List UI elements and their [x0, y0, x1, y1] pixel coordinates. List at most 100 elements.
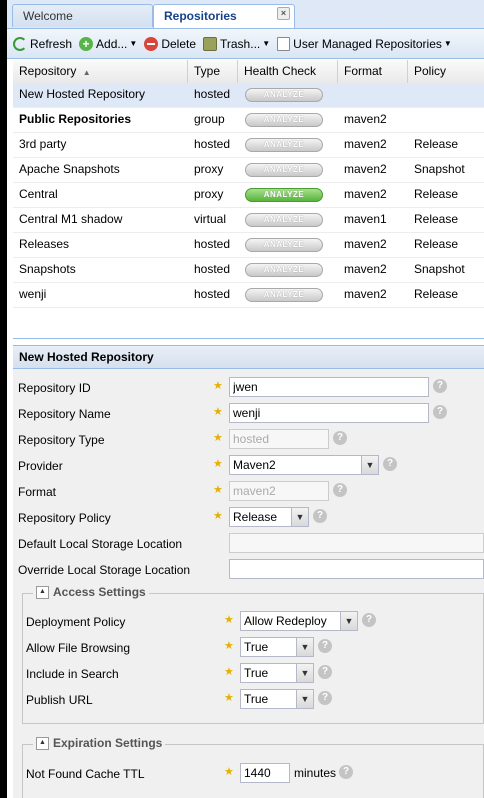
deployment-policy-row: Deployment Policy ★ Allow Redeploy ▼ ? [23, 611, 484, 635]
tab-repositories-label: Repositories [164, 9, 237, 23]
repository-name-input[interactable] [229, 403, 429, 423]
repository-policy-label: Repository Policy [18, 511, 111, 525]
file-browsing-select[interactable]: True ▼ [240, 637, 314, 657]
table-row[interactable]: Releases hosted ANALYZE maven2 Release [13, 233, 484, 258]
help-icon[interactable]: ? [333, 431, 347, 445]
user-managed-repositories-button[interactable]: User Managed Repositories ▼ [277, 36, 452, 51]
table-row[interactable]: Snapshots hosted ANALYZE maven2 Snapshot [13, 258, 484, 283]
analyze-button[interactable]: ANALYZE [245, 238, 323, 252]
repository-id-row: Repository ID ★ ? [13, 377, 484, 401]
deployment-policy-select[interactable]: Allow Redeploy ▼ [240, 611, 358, 631]
refresh-label: Refresh [30, 36, 73, 51]
delete-label: Delete [161, 36, 196, 51]
include-in-search-label: Include in Search [26, 667, 119, 681]
analyze-button[interactable]: ANALYZE [245, 263, 323, 277]
help-icon[interactable]: ? [383, 457, 397, 471]
cell-repository: wenji [19, 287, 47, 301]
analyze-button[interactable]: ANALYZE [245, 188, 323, 202]
delete-icon [144, 36, 159, 51]
table-row[interactable]: 3rd party hosted ANALYZE maven2 Release [13, 133, 484, 158]
help-icon[interactable]: ? [333, 483, 347, 497]
cell-policy: Release [414, 287, 459, 301]
help-icon[interactable]: ? [433, 379, 447, 393]
cell-repository: Apache Snapshots [19, 162, 120, 176]
cell-repository: Central [19, 187, 58, 201]
table-row[interactable]: Apache Snapshots proxy ANALYZE maven2 Sn… [13, 158, 484, 183]
publish-url-select[interactable]: True ▼ [240, 689, 314, 709]
chevron-down-icon[interactable]: ▼ [296, 690, 313, 708]
override-storage-input[interactable] [229, 559, 484, 579]
repository-icon [277, 36, 291, 51]
grid-header: Repository ▲ Type Health Check Format Po… [13, 60, 484, 84]
table-row[interactable]: wenji hosted ANALYZE maven2 Release [13, 283, 484, 308]
cell-policy: Release [414, 137, 459, 151]
refresh-button[interactable]: Refresh [13, 36, 73, 51]
provider-select[interactable]: Maven2 ▼ [229, 455, 379, 475]
default-storage-label: Default Local Storage Location [18, 537, 183, 551]
collapse-icon[interactable]: ▲ [36, 585, 49, 599]
repository-policy-select[interactable]: Release ▼ [229, 507, 309, 527]
collapse-icon[interactable]: ▲ [36, 736, 49, 750]
cell-format: maven2 [344, 287, 387, 301]
cell-policy [408, 83, 484, 107]
trash-icon [203, 36, 217, 51]
override-storage-label: Override Local Storage Location [18, 563, 191, 577]
help-icon[interactable]: ? [318, 665, 332, 679]
file-browsing-row: Allow File Browsing ★ True ▼ ? [23, 637, 484, 661]
analyze-button[interactable]: ANALYZE [245, 288, 323, 302]
repository-type-label: Repository Type [18, 433, 105, 447]
help-icon[interactable]: ? [339, 765, 353, 779]
cell-policy: Snapshot [414, 262, 465, 276]
expiration-settings-title: Expiration Settings [53, 736, 163, 750]
table-row[interactable]: Public Repositories group ANALYZE maven2 [13, 108, 484, 133]
expiration-settings-fieldset: ▲ Expiration Settings Not Found Cache TT… [22, 736, 484, 798]
trash-label: Trash... [220, 36, 261, 51]
cell-repository: Public Repositories [19, 112, 132, 126]
chevron-down-icon[interactable]: ▼ [361, 456, 378, 474]
sort-asc-icon: ▲ [82, 68, 91, 77]
analyze-button[interactable]: ANALYZE [245, 138, 323, 152]
tab-repositories[interactable]: Repositories × [153, 4, 295, 28]
add-button[interactable]: + Add... ▼ [79, 36, 137, 51]
required-icon: ★ [224, 766, 234, 778]
chevron-down-icon[interactable]: ▼ [296, 664, 313, 682]
help-icon[interactable]: ? [433, 405, 447, 419]
table-row[interactable]: Central proxy ANALYZE maven2 Release [13, 183, 484, 208]
repository-name-row: Repository Name ★ ? [13, 403, 484, 427]
cell-policy: Release [414, 237, 459, 251]
column-header-type[interactable]: Type [188, 60, 238, 83]
delete-button[interactable]: Delete [144, 36, 196, 51]
analyze-button[interactable]: ANALYZE [245, 213, 323, 227]
tab-welcome[interactable]: Welcome [12, 4, 153, 27]
close-icon[interactable]: × [277, 7, 290, 20]
help-icon[interactable]: ? [362, 613, 376, 627]
help-icon[interactable]: ? [318, 691, 332, 705]
chevron-down-icon[interactable]: ▼ [291, 508, 308, 526]
trash-button[interactable]: Trash... ▼ [203, 36, 270, 51]
cell-format: maven2 [344, 137, 387, 151]
analyze-button[interactable]: ANALYZE [245, 113, 323, 127]
deployment-policy-value: Allow Redeploy [244, 614, 327, 628]
chevron-down-icon[interactable]: ▼ [340, 612, 357, 630]
help-icon[interactable]: ? [313, 509, 327, 523]
access-settings-fieldset: ▲ Access Settings Deployment Policy ★ Al… [22, 585, 484, 724]
repository-type-row: Repository Type ★ ? [13, 429, 484, 453]
repository-id-input[interactable] [229, 377, 429, 397]
required-icon: ★ [213, 380, 223, 392]
cell-repository: 3rd party [19, 137, 67, 151]
column-header-repository[interactable]: Repository ▲ [13, 60, 188, 83]
cache-ttl-input[interactable] [240, 763, 290, 783]
required-icon: ★ [224, 666, 234, 678]
form-title: New Hosted Repository [13, 346, 484, 369]
include-in-search-select[interactable]: True ▼ [240, 663, 314, 683]
table-row[interactable]: New Hosted Repository hosted ANALYZE [13, 83, 484, 108]
chevron-down-icon: ▼ [443, 39, 452, 48]
analyze-button[interactable]: ANALYZE [245, 163, 323, 177]
column-header-health-check[interactable]: Health Check [238, 60, 338, 83]
column-header-policy[interactable]: Policy [408, 60, 484, 83]
help-icon[interactable]: ? [318, 639, 332, 653]
table-row[interactable]: Central M1 shadow virtual ANALYZE maven1… [13, 208, 484, 233]
column-header-format[interactable]: Format [338, 60, 408, 83]
analyze-button[interactable]: ANALYZE [245, 88, 323, 102]
chevron-down-icon[interactable]: ▼ [296, 638, 313, 656]
